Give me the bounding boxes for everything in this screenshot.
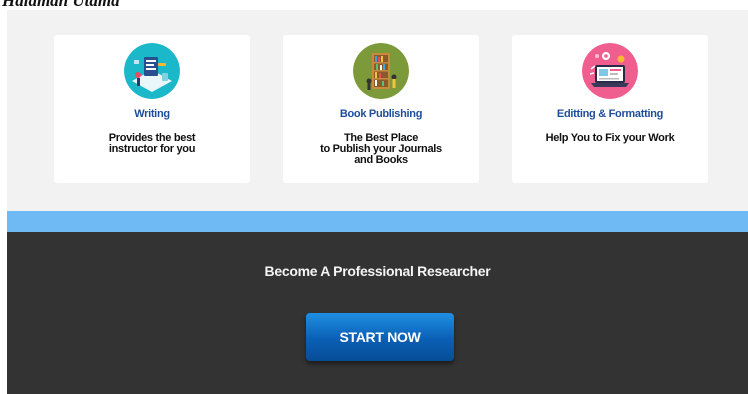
start-now-button[interactable]: START NOW: [306, 313, 454, 361]
services-section: Writing Provides the best instructor for…: [7, 10, 748, 211]
service-description: Help You to Fix your Work: [545, 132, 675, 144]
cta-heading: Become A Professional Researcher: [264, 263, 491, 279]
laptop-editing-illustration-icon: [582, 43, 638, 99]
service-card-book-publishing[interactable]: Book Publishing The Best Place to Publis…: [283, 35, 479, 183]
service-description: The Best Place to Publish your Journals …: [320, 132, 442, 166]
cta-section: Become A Professional Researcher START N…: [7, 232, 748, 394]
service-card-editting-formatting[interactable]: Editting & Formatting Help You to Fix yo…: [512, 35, 708, 183]
service-card-writing[interactable]: Writing Provides the best instructor for…: [54, 35, 250, 183]
service-description: Provides the best instructor for you: [108, 132, 196, 155]
writing-illustration-icon: [124, 43, 180, 99]
accent-band: [7, 211, 748, 232]
service-title: Editting & Formatting: [556, 108, 664, 120]
bookshelf-illustration-icon: [353, 43, 409, 99]
service-title: Book Publishing: [339, 108, 423, 120]
service-title: Writing: [134, 108, 170, 120]
